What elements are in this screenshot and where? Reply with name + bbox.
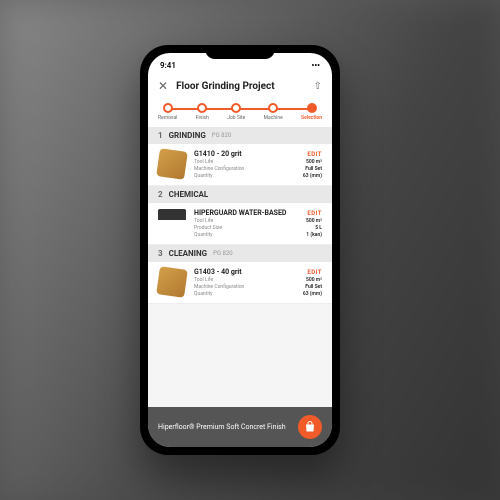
card-body: G1403 - 40 grit EDIT Tool Life 500 m² Ma… [194,268,322,297]
section-header-grinding: 1 GRINDING PG 820 [148,127,332,144]
detail-value: 500 m² [306,277,322,283]
section-title: CLEANING [169,249,208,258]
detail-value: 500 m² [306,159,322,165]
product-card[interactable]: G1403 - 40 grit EDIT Tool Life 500 m² Ma… [148,262,332,304]
detail-label: Tool Life [194,218,213,224]
detail-label: Quantity [194,291,213,297]
product-name: HIPERGUARD WATER-BASED [194,209,286,217]
step-label: Machine [264,115,283,121]
detail-row: Quantity 1 (kan) [194,232,322,238]
detail-label: Quantity [194,232,213,238]
card-body: G1410 - 20 grit EDIT Tool Life 500 m² Ma… [194,150,322,179]
bag-icon [304,421,316,433]
section-number: 3 [158,249,163,258]
detail-label: Product Size [194,225,222,231]
content-scroll[interactable]: 1 GRINDING PG 820 G1410 - 20 grit EDIT T… [148,127,332,407]
edit-button[interactable]: EDIT [307,210,322,217]
section-header-cleaning: 3 CLEANING PG 820 [148,245,332,262]
step-dot [231,103,241,113]
detail-label: Machine Configuration [194,284,244,290]
step-label: Finish [196,115,209,121]
detail-row: Product Size 5 L [194,225,322,231]
card-body: HIPERGUARD WATER-BASED EDIT Tool Life 50… [194,209,322,238]
product-name: G1410 - 20 grit [194,150,242,158]
step-dot [197,103,207,113]
detail-row: Machine Configuration Full Set [194,166,322,172]
footer-bar: Hiperfloor® Premium Soft Concret Finish [148,407,332,447]
section-title: GRINDING [169,131,206,140]
detail-value: 63 (mm) [303,173,322,179]
section-subtitle: PG 820 [212,132,231,139]
step-dot [163,103,173,113]
grinding-disc-icon [156,148,188,180]
product-name: G1403 - 40 grit [194,268,242,276]
detail-label: Tool Life [194,277,213,283]
step-dot [268,103,278,113]
detail-value: 1 (kan) [306,232,322,238]
detail-row: Quantity 63 (mm) [194,173,322,179]
step-machine[interactable]: Machine [264,103,283,121]
detail-label: Tool Life [194,159,213,165]
detail-value: Full Set [305,166,322,172]
status-time: 9:41 [160,61,176,70]
step-label: Removal [158,115,177,121]
detail-row: Tool Life 500 m² [194,218,322,224]
detail-value: 5 L [315,225,322,231]
app-header: ✕ Floor Grinding Project ⇧ [148,73,332,99]
step-dot [307,103,317,113]
share-icon[interactable]: ⇧ [314,81,322,92]
detail-row: Machine Configuration Full Set [194,284,322,290]
step-jobsite[interactable]: Job Site [227,103,245,121]
section-subtitle: PG 820 [213,250,232,257]
detail-row: Tool Life 500 m² [194,277,322,283]
product-card[interactable]: HIPERGUARD WATER-BASED EDIT Tool Life 50… [148,203,332,245]
detail-value: 500 m² [306,218,322,224]
section-title: CHEMICAL [169,190,209,199]
section-number: 2 [158,190,163,199]
phone-notch [205,45,275,59]
cart-button[interactable] [298,415,322,439]
step-label: Selection [301,115,322,121]
detail-value: 63 (mm) [303,291,322,297]
progress-steps: Removal Finish Job Site Machine Selectio… [148,99,332,127]
detail-row: Tool Life 500 m² [194,159,322,165]
step-removal[interactable]: Removal [158,103,177,121]
detail-row: Quantity 63 (mm) [194,291,322,297]
grinding-disc-icon [156,266,188,298]
close-icon[interactable]: ✕ [158,79,168,93]
chemical-can-icon [158,209,186,237]
section-header-chemical: 2 CHEMICAL [148,186,332,203]
step-finish[interactable]: Finish [196,103,209,121]
detail-value: Full Set [305,284,322,290]
page-title: Floor Grinding Project [176,81,306,92]
step-label: Job Site [227,115,245,121]
section-number: 1 [158,131,163,140]
footer-text: Hiperfloor® Premium Soft Concret Finish [158,423,286,431]
detail-label: Quantity [194,173,213,179]
step-selection[interactable]: Selection [301,103,322,121]
app-screen: 9:41 ••• ✕ Floor Grinding Project ⇧ Remo… [148,53,332,447]
phone-frame: 9:41 ••• ✕ Floor Grinding Project ⇧ Remo… [140,45,340,455]
status-icons: ••• [311,61,320,70]
detail-label: Machine Configuration [194,166,244,172]
edit-button[interactable]: EDIT [307,151,322,158]
product-card[interactable]: G1410 - 20 grit EDIT Tool Life 500 m² Ma… [148,144,332,186]
edit-button[interactable]: EDIT [307,269,322,276]
